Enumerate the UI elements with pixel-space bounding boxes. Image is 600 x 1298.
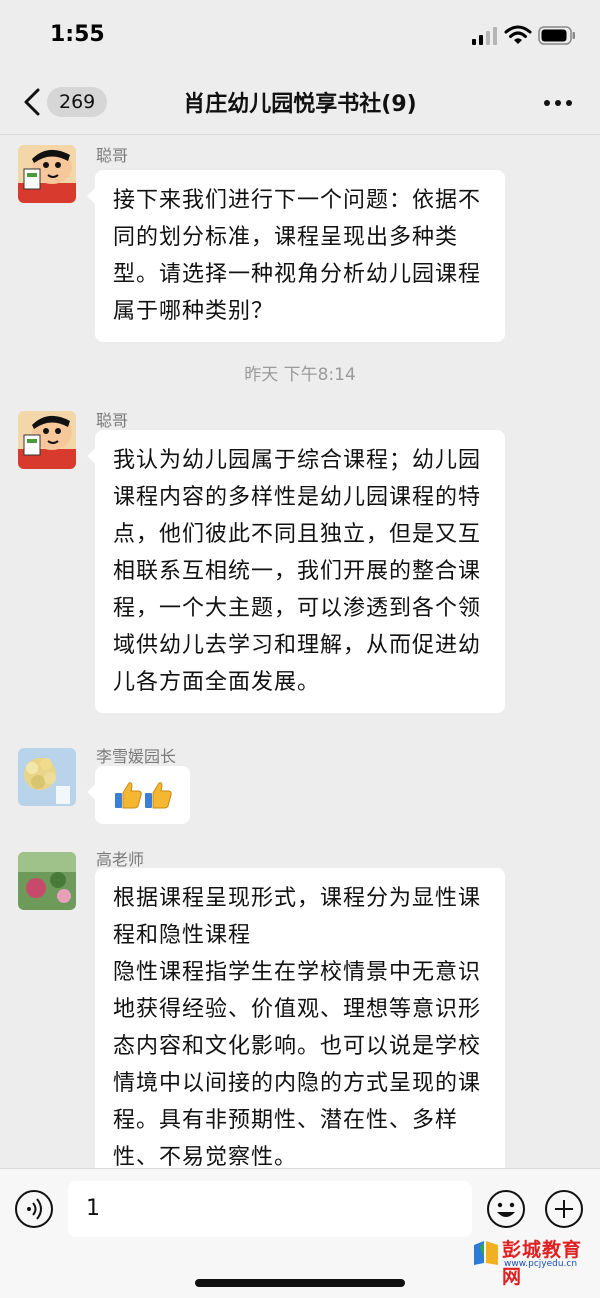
avatar-conge[interactable] bbox=[18, 145, 76, 203]
thumbs-up-icon bbox=[115, 782, 142, 809]
garden-avatar-icon bbox=[18, 852, 76, 910]
wifi-icon bbox=[504, 25, 532, 44]
watermark-logo: 彭城教育网 www.pcjyedu.cn bbox=[472, 1235, 596, 1288]
message-text: 我认为幼儿园属于综合课程；幼儿园课程内容的多样性是幼儿园课程的特点，他们彼此不同… bbox=[113, 448, 482, 695]
book-logo-icon bbox=[474, 1241, 498, 1265]
avatar-conge[interactable] bbox=[18, 411, 76, 469]
header-divider bbox=[0, 134, 600, 135]
message-bubble[interactable]: 接下来我们进行下一个问题：依据不同的划分标准，课程呈现出多种类型。请选择一种视角… bbox=[87, 170, 505, 342]
flower-avatar-icon bbox=[18, 748, 76, 806]
sender-name: 聪哥 bbox=[96, 411, 129, 430]
unread-count-badge[interactable]: 269 bbox=[47, 87, 108, 117]
timestamp: 昨天 下午8:14 bbox=[244, 365, 356, 385]
message-text: 接下来我们进行下一个问题：依据不同的划分标准，课程呈现出多种类型。请选择一种视角… bbox=[113, 188, 482, 324]
more-options-button[interactable] bbox=[538, 92, 578, 112]
battery-icon bbox=[538, 26, 575, 45]
message-text: 根据课程呈现形式，课程分为显性课程和隐性课程 隐性课程指学生在学校情景中无意识地… bbox=[113, 886, 482, 1188]
chat-header: 269 肖庄幼儿园悦享书社(9) bbox=[0, 70, 600, 134]
message-bubble[interactable]: 根据课程呈现形式，课程分为显性课程和隐性课程 隐性课程指学生在学校情景中无意识地… bbox=[95, 868, 505, 1188]
avatar-teacher-gao[interactable] bbox=[18, 852, 76, 910]
emoji-icon[interactable] bbox=[486, 1189, 526, 1229]
watermark-url: www.pcjyedu.cn bbox=[504, 1259, 578, 1269]
message-bubble[interactable]: 我认为幼儿园属于综合课程；幼儿园课程内容的多样性是幼儿园课程的特点，他们彼此不同… bbox=[87, 430, 505, 713]
cartoon-avatar-icon bbox=[18, 411, 76, 469]
back-chevron-icon[interactable] bbox=[18, 84, 46, 120]
sender-name: 李雪媛园长 bbox=[96, 747, 177, 766]
status-bar: 1:55 bbox=[0, 0, 600, 70]
avatar-principal[interactable] bbox=[18, 748, 76, 806]
thumbs-up-icon bbox=[145, 782, 172, 809]
input-bar: 1 彭城教育网 www.pcjyedu.cn bbox=[0, 1168, 600, 1298]
voice-input-icon[interactable] bbox=[14, 1189, 54, 1229]
add-attachment-icon[interactable] bbox=[544, 1189, 584, 1229]
chat-title: 肖庄幼儿园悦享书社(9) bbox=[183, 92, 417, 117]
sender-name: 聪哥 bbox=[96, 146, 129, 165]
status-time: 1:55 bbox=[50, 22, 105, 47]
home-indicator bbox=[195, 1279, 405, 1287]
cartoon-avatar-icon bbox=[18, 145, 76, 203]
message-bubble-thumbs[interactable] bbox=[87, 766, 190, 824]
sender-name: 高老师 bbox=[96, 850, 145, 869]
signal-icon bbox=[472, 27, 498, 45]
message-input[interactable]: 1 bbox=[68, 1181, 472, 1237]
